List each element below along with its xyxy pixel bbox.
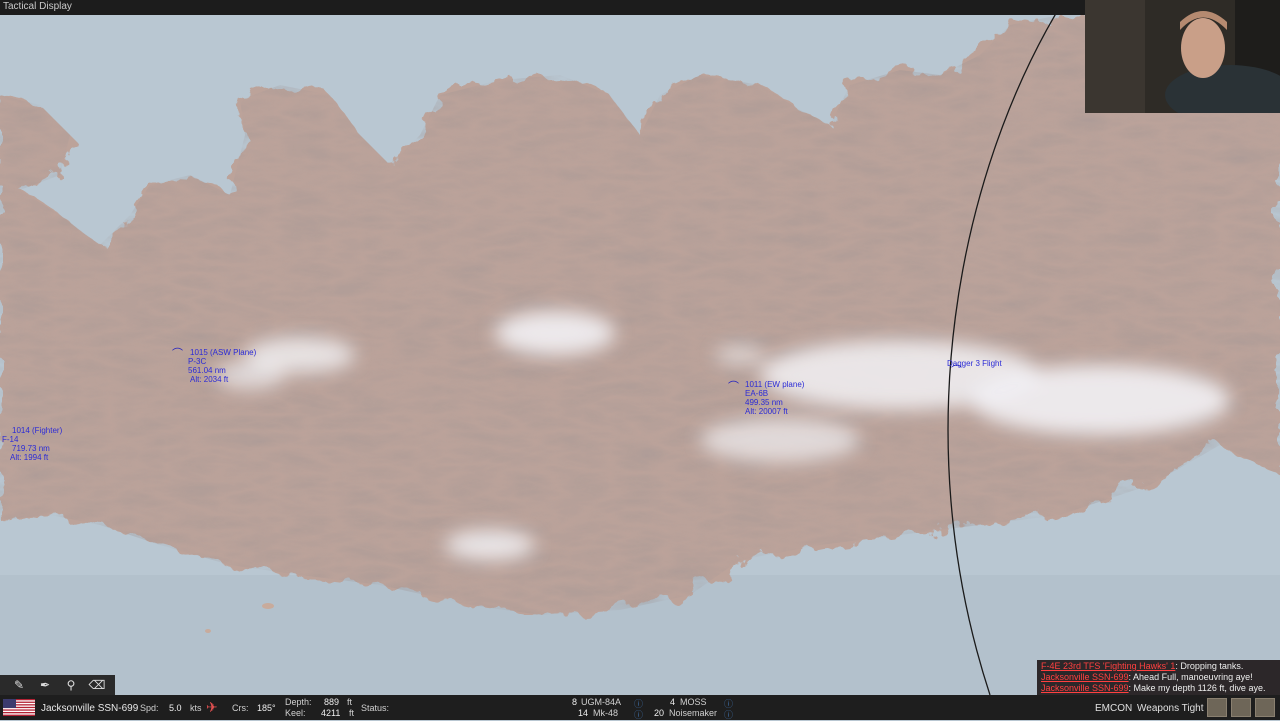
message-text: : Dropping tanks. [1175,661,1244,671]
weapon-name[interactable]: Noisemaker [669,708,717,718]
unit-label: 1011 (EW plane) [745,380,805,389]
unit-label: 1014 (Fighter) [12,426,63,435]
unit-label: 1015 (ASW Plane) [190,348,257,357]
pin-icon[interactable]: ⚲ [62,677,80,693]
message-sender[interactable]: F-4E 23rd TFS 'Fighting Hawks' 1 [1041,661,1175,671]
message-sender[interactable]: Jacksonville SSN-699 [1041,683,1129,693]
aircraft-symbol-icon: ⌒ [728,381,739,393]
message-sender[interactable]: Jacksonville SSN-699 [1041,672,1129,682]
unit-1014-fighter[interactable]: 1014 (Fighter) F-14 719.73 nm Alt: 1994 … [0,426,62,462]
doctrine-icon[interactable] [1231,698,1251,717]
unit-dagger-3-flight[interactable]: Dagger 3 Flight ⌒ [947,359,1002,377]
unit-range: 561.04 nm [188,366,226,375]
speed-value: 5.0 [169,703,182,713]
info-icon[interactable]: ⓘ [724,708,733,721]
weapon-count: 20 [654,708,665,718]
selected-unit-name[interactable]: Jacksonville SSN-699 [41,703,138,714]
message-line: Jacksonville SSN-699: Ahead Full, manoeu… [1041,672,1280,683]
formation-icon[interactable] [1207,698,1227,717]
us-flag-icon [3,699,35,716]
pencil-icon[interactable]: ✎ [10,677,28,693]
webcam-overlay [1085,0,1280,113]
message-text: : Ahead Full, manoeuvring aye! [1128,672,1253,682]
window-title: Tactical Display [3,1,72,12]
speed-unit: kts [190,703,202,713]
course-label: Crs: [232,703,249,713]
pen-icon[interactable]: ✒ [36,677,54,693]
unit-range: 719.73 nm [12,444,50,453]
webcam-image [1085,0,1280,113]
message-line: F-4E 23rd TFS 'Fighting Hawks' 1: Droppi… [1041,661,1280,672]
weapon-name[interactable]: MOSS [680,697,707,707]
weapon-count: 4 [670,697,676,707]
info-icon[interactable]: ⓘ [634,708,643,721]
unit-status-bar: Jacksonville SSN-699 Spd: 5.0 kts ✈ Crs:… [0,695,1280,720]
speed-label: Spd: [140,703,159,713]
unit-altitude: Alt: 2034 ft [190,375,229,384]
weapon-count: 8 [572,697,578,707]
unit-1015-asw-plane[interactable]: ⌒ 1015 (ASW Plane) P-3C 561.04 nm Alt: 2… [172,348,256,384]
keel-value: 4211 [321,708,341,718]
throttle-icon[interactable]: ✈ [206,699,218,716]
tactical-map[interactable]: ⌒ 1015 (ASW Plane) P-3C 561.04 nm Alt: 2… [0,15,1280,695]
unit-altitude: Alt: 1994 ft [10,453,49,462]
unit-type: P-3C [188,357,207,366]
message-text: : Make my depth 1126 ft, dive aye. [1128,683,1266,693]
emcon-button[interactable]: EMCON [1095,703,1132,714]
unit-range: 499.35 nm [745,398,783,407]
depth-unit: ft [347,697,353,707]
unit-type: F-14 [2,435,19,444]
keel-label: Keel: [285,708,306,718]
drawing-toolbar: ✎ ✒ ⚲ ⌫ [0,675,115,695]
weapons-state-button[interactable]: Weapons Tight [1137,703,1204,714]
aircraft-symbol-icon: ⌒ [172,348,183,360]
grid-icon[interactable] [1255,698,1275,717]
depth-value: 889 [324,697,340,707]
weapon-count: 14 [578,708,589,718]
message-line: Jacksonville SSN-699: Make my depth 1126… [1041,683,1280,694]
unit-altitude: Alt: 20007 ft [745,407,788,416]
unit-type: EA-6B [745,389,769,398]
status-label: Status: [361,703,390,713]
message-log[interactable]: F-4E 23rd TFS 'Fighting Hawks' 1: Droppi… [1037,660,1280,695]
eraser-icon[interactable]: ⌫ [88,677,106,693]
weapon-name[interactable]: Mk-48 [593,708,618,718]
depth-label: Depth: [285,697,312,707]
unit-1011-ew-plane[interactable]: ⌒ 1011 (EW plane) EA-6B 499.35 nm Alt: 2… [728,380,804,416]
course-value: 185° [257,703,276,713]
weapon-name[interactable]: UGM-84A [581,697,621,707]
aircraft-symbol-icon: ⌒ [951,365,962,377]
keel-unit: ft [349,708,355,718]
